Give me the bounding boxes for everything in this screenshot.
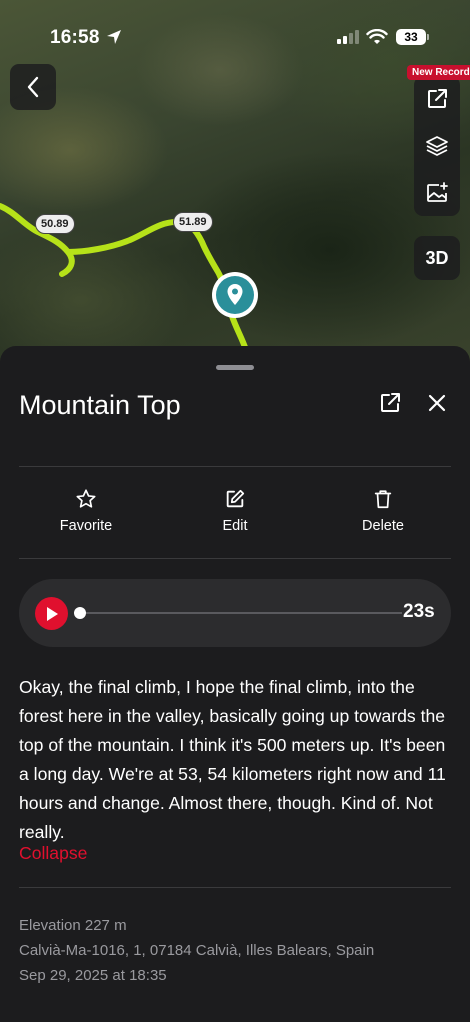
- km-marker: 51.89: [173, 212, 213, 232]
- divider: [19, 466, 451, 467]
- transcript-text: Okay, the final climb, I hope the final …: [19, 677, 446, 842]
- close-icon: [428, 394, 446, 412]
- progress-track[interactable]: [79, 612, 402, 614]
- delete-button[interactable]: Delete: [323, 488, 443, 534]
- edit-label: Edit: [222, 518, 248, 534]
- map-view[interactable]: 16:58 33 New Record 3D 50.89 51.89: [0, 0, 470, 362]
- collapse-link[interactable]: Collapse: [19, 843, 87, 864]
- layers-button[interactable]: [414, 123, 460, 169]
- share-button[interactable]: [377, 390, 403, 416]
- address-text: Calvià-Ma-1016, 1, 07184 Calvià, Illes B…: [19, 942, 375, 959]
- action-bar: Favorite Edit Delete: [0, 488, 470, 538]
- delete-label: Delete: [362, 518, 404, 534]
- edit-button[interactable]: Edit: [175, 488, 295, 534]
- wifi-icon: [366, 29, 388, 44]
- star-icon: [76, 489, 96, 508]
- trash-icon: [374, 490, 392, 509]
- map-tools: [414, 76, 460, 216]
- audio-player: 23s: [19, 579, 451, 647]
- 3d-toggle-button[interactable]: 3D: [414, 236, 460, 280]
- divider: [19, 558, 451, 559]
- status-time: 16:58: [50, 27, 100, 48]
- share-icon: [428, 89, 447, 109]
- battery-indicator: 33: [396, 29, 426, 45]
- audio-duration: 23s: [403, 601, 435, 622]
- status-bar: 16:58 33: [0, 0, 470, 70]
- share-map-button[interactable]: [414, 76, 460, 122]
- detail-sheet: Mountain Top Favorite Edit Delete 23s Ok…: [0, 346, 470, 1022]
- add-photo-button[interactable]: [414, 170, 460, 216]
- page-title: Mountain Top: [19, 390, 181, 420]
- map-pin-icon: [227, 284, 243, 305]
- cellular-signal-icon: [337, 30, 359, 44]
- layers-icon: [426, 136, 448, 156]
- add-photo-icon: [427, 181, 448, 202]
- battery-tip: [427, 34, 429, 40]
- chevron-left-icon: [27, 76, 39, 98]
- close-button[interactable]: [424, 390, 450, 416]
- pin-marker: [216, 276, 254, 314]
- location-pin[interactable]: [212, 272, 258, 318]
- favorite-button[interactable]: Favorite: [26, 488, 146, 534]
- date-text: Sep 29, 2025 at 18:35: [19, 967, 167, 984]
- elevation-text: Elevation 227 m: [19, 917, 127, 934]
- favorite-label: Favorite: [59, 518, 113, 534]
- location-arrow-icon: [107, 30, 121, 44]
- divider: [19, 887, 451, 888]
- km-marker: 50.89: [35, 214, 75, 234]
- back-button[interactable]: [10, 64, 56, 110]
- play-icon: [46, 606, 58, 621]
- edit-icon: [226, 489, 245, 508]
- play-button[interactable]: [35, 597, 68, 630]
- new-record-badge: New Record: [407, 65, 470, 80]
- share-icon: [381, 393, 400, 412]
- sheet-grabber[interactable]: [216, 365, 254, 370]
- progress-handle[interactable]: [74, 607, 86, 619]
